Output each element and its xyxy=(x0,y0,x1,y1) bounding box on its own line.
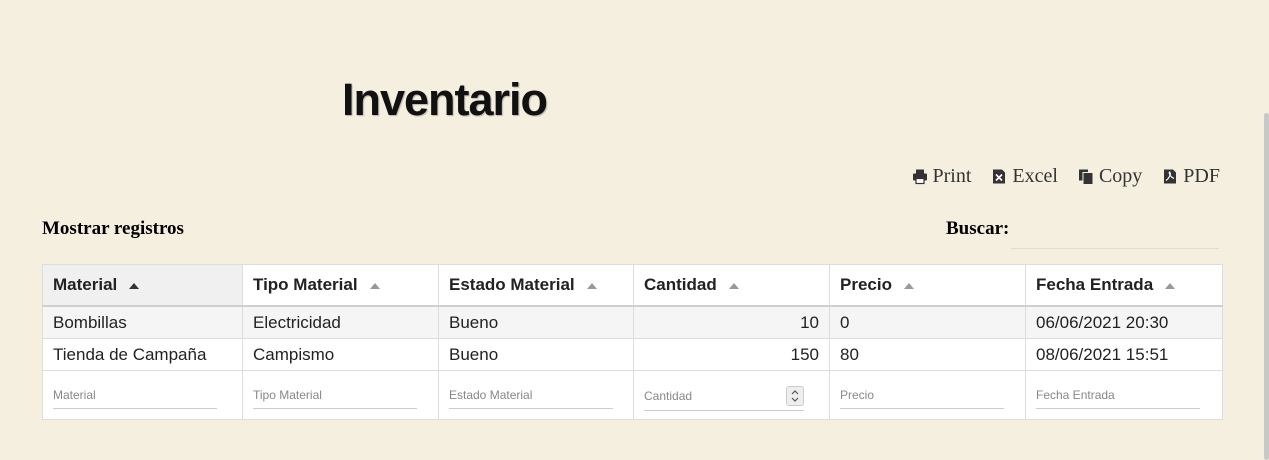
filter-row: Cantidad xyxy=(42,370,1223,420)
column-header-estado-material[interactable]: Estado Material xyxy=(438,264,634,307)
column-header-label: Estado Material xyxy=(449,275,575,294)
filter-tipo-material-input[interactable] xyxy=(253,381,417,409)
column-header-label: Cantidad xyxy=(644,275,717,294)
filter-cell xyxy=(438,370,634,420)
column-header-tipo-material[interactable]: Tipo Material xyxy=(242,264,439,307)
inventory-table: Material Tipo Material Estado Material C… xyxy=(42,264,1223,420)
column-header-label: Material xyxy=(53,275,118,294)
sort-icon xyxy=(1165,282,1176,289)
excel-label: Excel xyxy=(1012,165,1058,187)
filter-estado-material-input[interactable] xyxy=(449,381,613,409)
table-row[interactable]: Tienda de Campaña Campismo Bueno 150 80 … xyxy=(42,338,1223,371)
copy-button[interactable]: Copy xyxy=(1078,165,1142,188)
search-input[interactable] xyxy=(1011,220,1220,249)
filter-cantidad-input[interactable]: Cantidad xyxy=(644,380,804,411)
pdf-icon xyxy=(1164,169,1177,184)
sort-icon xyxy=(369,282,380,289)
filter-cell xyxy=(42,370,243,420)
column-header-material[interactable]: Material xyxy=(42,264,243,307)
excel-button[interactable]: Excel xyxy=(991,165,1058,188)
cell-fecha-entrada: 06/06/2021 20:30 xyxy=(1025,305,1223,339)
cell-tipo-material: Campismo xyxy=(242,338,439,371)
scrollbar-thumb[interactable] xyxy=(1264,113,1269,460)
print-button[interactable]: Print xyxy=(912,165,972,188)
excel-icon xyxy=(993,169,1006,184)
cell-precio: 80 xyxy=(829,338,1026,371)
cell-material: Tienda de Campaña xyxy=(42,338,243,371)
filter-cell: Cantidad xyxy=(633,370,830,420)
column-header-precio[interactable]: Precio xyxy=(829,264,1026,307)
filter-cell xyxy=(1025,370,1223,420)
cell-material: Bombillas xyxy=(42,305,243,339)
column-header-label: Tipo Material xyxy=(253,275,358,294)
filter-cell xyxy=(829,370,1026,420)
show-records-label: Mostrar registros xyxy=(42,218,184,239)
vertical-scrollbar[interactable] xyxy=(1263,0,1269,460)
filter-fecha-entrada-input[interactable] xyxy=(1036,381,1200,409)
cell-cantidad: 10 xyxy=(633,305,830,339)
cell-fecha-entrada: 08/06/2021 15:51 xyxy=(1025,338,1223,371)
search-label: Buscar: xyxy=(946,218,1010,239)
copy-icon xyxy=(1078,169,1094,185)
printer-icon xyxy=(912,169,927,185)
filter-precio-input[interactable] xyxy=(840,381,1004,409)
cell-cantidad: 150 xyxy=(633,338,830,371)
column-header-cantidad[interactable]: Cantidad xyxy=(633,264,830,307)
sort-ascending-icon xyxy=(129,282,140,289)
column-header-label: Precio xyxy=(840,275,892,294)
pdf-button[interactable]: PDF xyxy=(1162,165,1220,188)
sort-icon xyxy=(903,282,914,289)
pdf-label: PDF xyxy=(1183,165,1220,187)
cell-estado-material: Bueno xyxy=(438,305,634,339)
filter-cantidad-placeholder: Cantidad xyxy=(644,388,693,403)
column-header-fecha-entrada[interactable]: Fecha Entrada xyxy=(1025,264,1223,307)
print-label: Print xyxy=(932,165,972,187)
cell-estado-material: Bueno xyxy=(438,338,634,371)
export-toolbar: Print Excel Copy PDF xyxy=(912,165,1220,188)
column-header-label: Fecha Entrada xyxy=(1036,275,1154,294)
cell-precio: 0 xyxy=(829,305,1026,339)
search-control: Buscar: xyxy=(946,218,1220,249)
copy-label: Copy xyxy=(1098,165,1143,187)
sort-icon xyxy=(728,282,739,289)
sort-icon xyxy=(586,282,597,289)
filter-material-input[interactable] xyxy=(53,381,217,409)
page-title: Inventario xyxy=(342,74,548,125)
cell-tipo-material: Electricidad xyxy=(242,305,439,339)
table-row[interactable]: Bombillas Electricidad Bueno 10 0 06/06/… xyxy=(42,305,1223,339)
spinner-icon[interactable] xyxy=(786,385,804,406)
table-header-row: Material Tipo Material Estado Material C… xyxy=(42,264,1223,307)
filter-cell xyxy=(242,370,439,420)
